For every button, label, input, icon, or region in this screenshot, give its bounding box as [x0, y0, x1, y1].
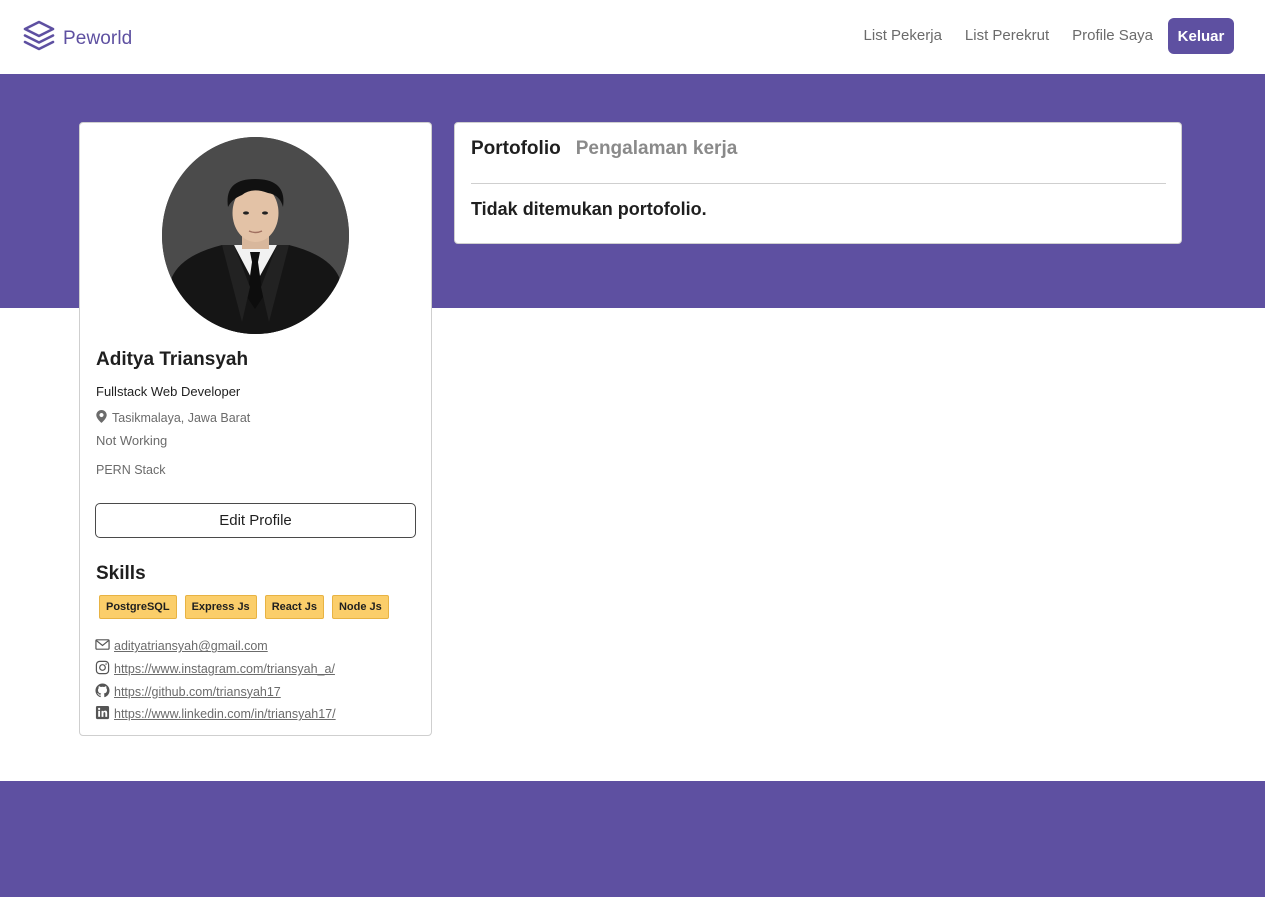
portfolio-card: Portofolio Pengalaman kerja Tidak ditemu… — [454, 122, 1182, 244]
profile-location-text: Tasikmalaya, Jawa Barat — [112, 411, 251, 425]
edit-profile-button[interactable]: Edit Profile — [95, 503, 416, 538]
tab-divider — [471, 183, 1166, 184]
tab-portofolio[interactable]: Portofolio — [471, 137, 561, 161]
navbar: Peworld List Pekerja List Perekrut Profi… — [0, 0, 1265, 74]
contact-github-text: https://github.com/triansyah17 — [114, 684, 281, 699]
linkedin-icon — [95, 705, 114, 723]
tab-pengalaman-kerja[interactable]: Pengalaman kerja — [576, 137, 738, 161]
github-icon — [95, 683, 114, 701]
profile-job: Fullstack Web Developer — [96, 384, 241, 399]
contact-email-link[interactable]: adityatriansyah@gmail.com — [95, 635, 336, 658]
skills-list: PostgreSQL Express Js React Js Node Js — [99, 595, 397, 619]
contact-instagram-link[interactable]: https://www.instagram.com/triansyah_a/ — [95, 658, 336, 681]
skills-title: Skills — [96, 563, 146, 584]
nav-link-list-pekerja[interactable]: List Pekerja — [864, 18, 942, 54]
portfolio-tabs: Portofolio Pengalaman kerja — [471, 137, 752, 161]
brand-logo[interactable]: Peworld — [22, 19, 132, 58]
empty-portfolio-message: Tidak ditemukan portofolio. — [471, 199, 707, 219]
skill-badge: React Js — [264, 595, 324, 619]
profile-name: Aditya Triansyah — [96, 349, 249, 370]
skill-badge: Node Js — [331, 595, 389, 619]
instagram-icon — [95, 660, 114, 678]
nav-link-list-perekrut[interactable]: List Perekrut — [965, 18, 1049, 54]
profile-card: Aditya Triansyah Fullstack Web Developer… — [79, 122, 432, 736]
nav-links: List Pekerja List Perekrut Profile Saya … — [864, 18, 1234, 54]
skill-badge: PostgreSQL — [99, 595, 177, 619]
map-pin-icon — [96, 410, 112, 426]
footer-band — [0, 781, 1265, 897]
stacked-layers-icon — [22, 19, 56, 58]
contact-linkedin-text: https://www.linkedin.com/in/triansyah17/ — [114, 707, 336, 722]
avatar — [162, 137, 349, 334]
contact-instagram-text: https://www.instagram.com/triansyah_a/ — [114, 662, 335, 677]
skill-badge: Express Js — [184, 595, 257, 619]
nav-link-profile-saya[interactable]: Profile Saya — [1072, 18, 1153, 54]
contact-list: adityatriansyah@gmail.com https://www.in… — [95, 635, 336, 726]
envelope-icon — [95, 637, 114, 655]
profile-description: PERN Stack — [96, 463, 166, 477]
contact-linkedin-link[interactable]: https://www.linkedin.com/in/triansyah17/ — [95, 703, 336, 726]
profile-status: Not Working — [96, 433, 168, 448]
logout-button[interactable]: Keluar — [1168, 18, 1234, 54]
profile-location: Tasikmalaya, Jawa Barat — [96, 410, 250, 426]
contact-github-link[interactable]: https://github.com/triansyah17 — [95, 680, 336, 703]
brand-name: Peworld — [63, 27, 133, 49]
contact-email-text: adityatriansyah@gmail.com — [114, 639, 268, 654]
